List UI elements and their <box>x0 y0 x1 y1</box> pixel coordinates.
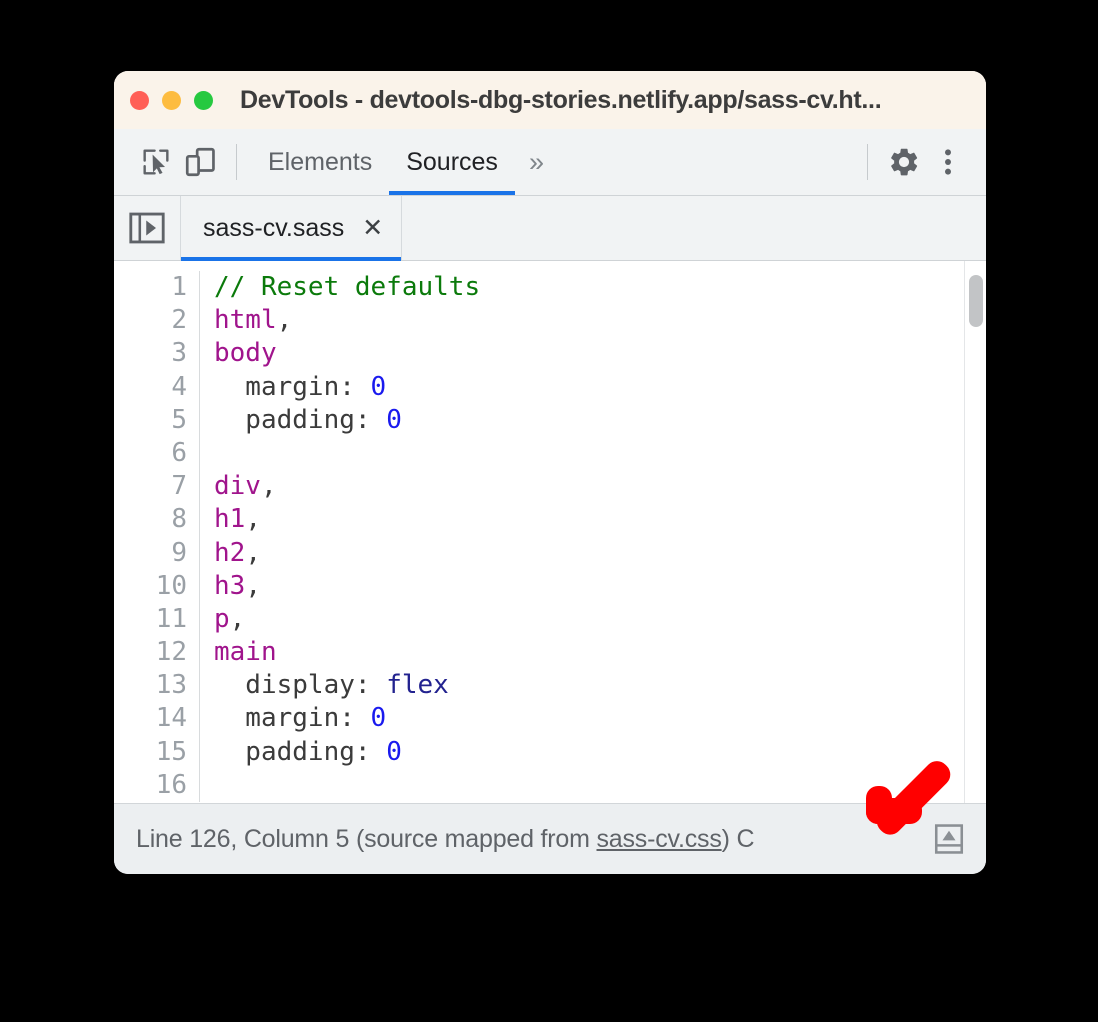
file-tab-label: sass-cv.sass <box>203 213 345 242</box>
window-title: DevTools - devtools-dbg-stories.netlify.… <box>240 85 882 114</box>
more-vertical-icon[interactable] <box>926 140 970 184</box>
code-token-selector: body <box>214 338 277 369</box>
line-number: 11 <box>155 603 187 634</box>
code-line: p, <box>214 603 480 636</box>
code-line: margin: 0 <box>214 371 480 404</box>
window-close-button[interactable] <box>130 90 149 110</box>
line-number-gutter: 1 2 3 4 5 6 7 8 9 10 11 12 13 14 15 16 <box>114 271 200 802</box>
code-lines: // Reset defaults html, body margin: 0 pad… <box>200 271 480 802</box>
code-line: display: flex <box>214 669 480 702</box>
code-token-selector: p <box>214 603 230 634</box>
code-token-punct: , <box>229 603 246 634</box>
line-number: 16 <box>155 769 187 800</box>
code-token-selector: div <box>214 471 261 502</box>
source-map-link[interactable]: sass-cv.css <box>597 825 722 853</box>
window-zoom-button[interactable] <box>194 90 213 110</box>
code-line: html, <box>214 304 480 337</box>
code-token-number: 0 <box>370 703 387 734</box>
editor-vertical-scrollbar[interactable] <box>964 261 986 803</box>
toolbar-divider-left <box>236 144 237 180</box>
code-token-prop: padding: <box>214 736 387 767</box>
window-titlebar: DevTools - devtools-dbg-stories.netlify.… <box>114 71 986 129</box>
tab-elements[interactable]: Elements <box>251 129 389 195</box>
line-number: 7 <box>171 471 187 502</box>
status-text: Line 126, Column 5 (source mapped from s… <box>136 824 755 854</box>
code-line: padding: 0 <box>214 404 480 437</box>
file-tabstrip: sass-cv.sass ✕ <box>114 196 986 261</box>
line-number: 14 <box>155 703 187 734</box>
source-code-editor[interactable]: 1 2 3 4 5 6 7 8 9 10 11 12 13 14 15 16 // Reset default… <box>114 261 986 803</box>
line-number: 2 <box>171 305 187 336</box>
devtools-toolbar: Elements Sources » <box>114 129 986 196</box>
line-number: 15 <box>155 736 187 767</box>
line-number: 3 <box>171 338 187 369</box>
code-token-selector: h3 <box>214 570 246 601</box>
status-suffix: ) C <box>721 824 755 853</box>
line-number: 6 <box>171 437 187 468</box>
code-line: margin: 0 <box>214 702 480 735</box>
file-tab-sass-cv[interactable]: sass-cv.sass ✕ <box>180 196 403 261</box>
tab-sources[interactable]: Sources <box>389 129 515 195</box>
code-token-selector: main <box>214 637 277 668</box>
code-area: 1 2 3 4 5 6 7 8 9 10 11 12 13 14 15 16 // Reset default… <box>114 261 986 802</box>
code-token-selector: h1 <box>214 504 246 535</box>
line-number: 1 <box>171 272 187 302</box>
editor-statusbar: Line 126, Column 5 (source mapped from s… <box>114 803 986 874</box>
toolbar-divider-right <box>867 144 868 180</box>
window-minimize-button[interactable] <box>162 90 181 110</box>
device-toolbar-icon[interactable] <box>178 140 222 184</box>
close-icon[interactable]: ✕ <box>362 215 383 241</box>
code-token-prop: padding: <box>214 404 387 435</box>
code-line: h2, <box>214 537 480 570</box>
code-token-punct: , <box>245 570 261 601</box>
status-prefix: Line 126, Column 5 (source mapped from <box>136 824 597 853</box>
code-line: main <box>214 636 480 669</box>
code-token-prop: display: <box>214 670 387 701</box>
code-token-prop: margin: <box>214 703 371 734</box>
code-token-selector: h2 <box>214 537 246 568</box>
line-number: 13 <box>155 670 187 701</box>
gear-icon[interactable] <box>882 140 926 184</box>
line-number: 12 <box>155 637 187 668</box>
code-line: h1, <box>214 503 480 536</box>
code-token-comment: // Reset defaults <box>214 272 481 302</box>
code-line: div, <box>214 470 480 503</box>
pretty-print-icon[interactable] <box>930 820 968 858</box>
line-number: 5 <box>171 404 187 435</box>
code-token-selector: html <box>214 305 277 336</box>
more-panels-icon[interactable]: » <box>515 129 558 195</box>
devtools-window: DevTools - devtools-dbg-stories.netlify.… <box>114 71 986 874</box>
line-number: 10 <box>155 570 187 601</box>
code-token-punct: , <box>260 471 277 502</box>
show-navigator-icon[interactable] <box>114 196 180 260</box>
code-token-number: 0 <box>386 404 402 435</box>
inspect-element-icon[interactable] <box>134 140 178 184</box>
code-token-number: 0 <box>386 736 402 767</box>
code-token-value: flex <box>386 670 449 701</box>
scrollbar-thumb[interactable] <box>969 275 983 327</box>
line-number: 9 <box>171 537 187 568</box>
code-token-punct: , <box>276 305 293 336</box>
code-line: padding: 0 <box>214 736 480 769</box>
code-line: h3, <box>214 570 480 603</box>
code-token-prop: margin: <box>214 371 371 402</box>
line-number: 4 <box>171 371 187 402</box>
code-token-number: 0 <box>370 371 387 402</box>
code-line: body <box>214 337 480 370</box>
code-line: // Reset defaults <box>214 271 480 304</box>
code-token-punct: , <box>245 504 261 535</box>
line-number: 8 <box>171 504 187 535</box>
code-token-punct: , <box>245 537 261 568</box>
